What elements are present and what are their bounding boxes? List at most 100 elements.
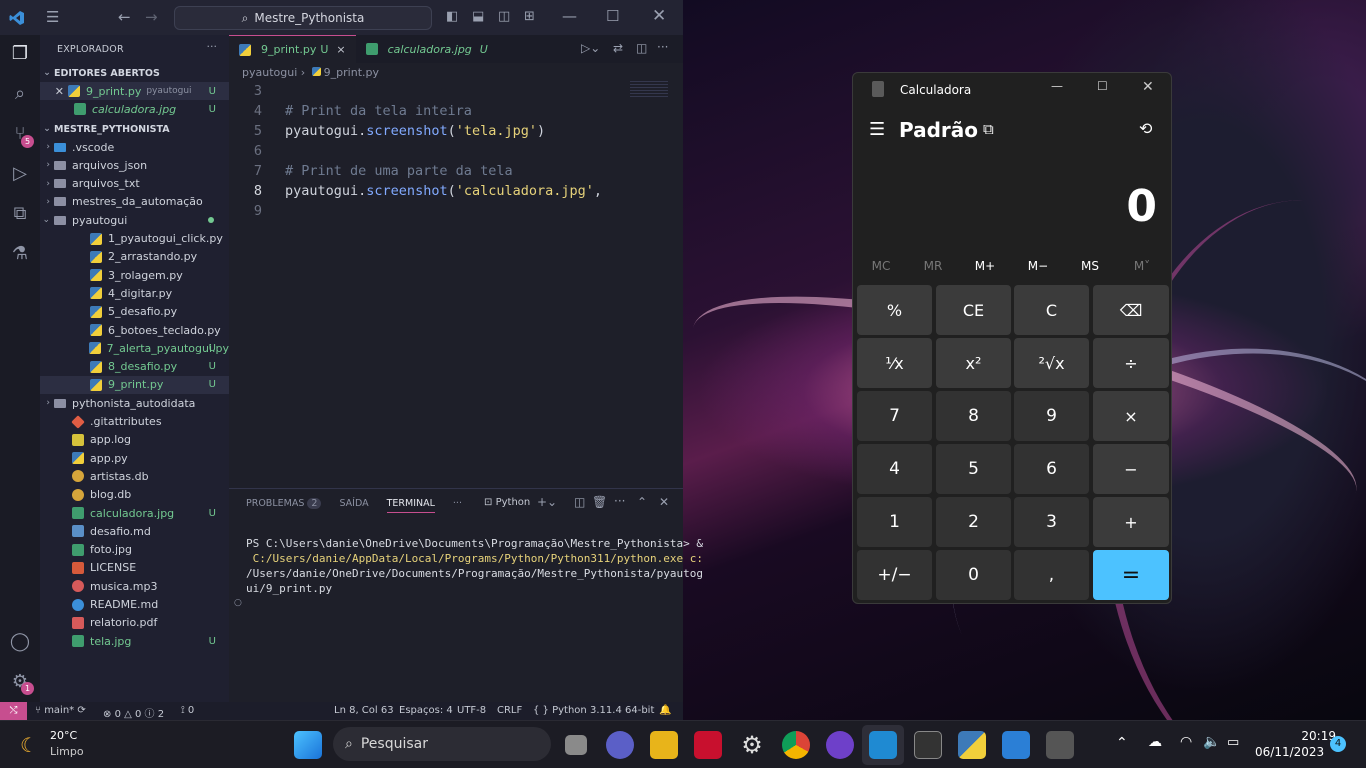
menu-icon[interactable]: ☰ (46, 8, 59, 26)
tree-item[interactable]: blog.db (40, 486, 229, 504)
terminal-output[interactable]: PS C:\Users\danie\OneDrive\Documents\Pro… (246, 536, 703, 596)
tree-item[interactable]: 8_desafio.py U (40, 358, 229, 376)
tree-item[interactable]: › pythonista_autodidata (40, 394, 229, 412)
tree-item[interactable]: desafio.md (40, 522, 229, 540)
calc-key[interactable]: +/− (857, 550, 932, 600)
github-desktop-icon[interactable] (826, 731, 854, 759)
branch-status[interactable]: ⑂ main* ⟳ (35, 705, 86, 716)
calc-key[interactable]: ÷ (1093, 338, 1169, 388)
tab-calculadora[interactable]: calculadora.jpg U (356, 35, 498, 63)
calc-key[interactable]: x² (936, 338, 1011, 388)
chrome-icon[interactable] (782, 731, 810, 759)
clock-date[interactable]: 06/11/2023 (1255, 745, 1324, 759)
memory-button[interactable]: M+ (959, 259, 1011, 273)
encoding[interactable]: UTF-8 (457, 705, 486, 716)
toggle-panel-icon[interactable]: ⬓ (472, 9, 484, 24)
calc-key[interactable]: + (1093, 497, 1169, 547)
memory-button[interactable]: MS (1064, 259, 1116, 273)
command-center-search[interactable]: ⌕ Mestre_Pythonista (174, 6, 432, 30)
problems-status[interactable]: ⊗ 0 △ 0 ⓘ 2 (103, 705, 164, 720)
memory-button[interactable]: M˅ (1116, 259, 1168, 273)
forward-arrow-icon[interactable]: → (145, 8, 158, 26)
more-actions-icon[interactable]: ··· (657, 40, 668, 54)
tree-item[interactable]: app.log (40, 431, 229, 449)
settings-gear-icon[interactable]: ⚙ (738, 731, 766, 759)
calc-key[interactable]: 1 (857, 497, 932, 547)
back-arrow-icon[interactable]: ← (118, 8, 131, 26)
close-icon[interactable]: ✕ (652, 6, 666, 26)
trash-icon[interactable]: 🗑 (592, 495, 607, 509)
language-mode[interactable]: { } Python (533, 705, 587, 716)
calc-key[interactable]: % (857, 285, 932, 335)
close-tab-icon[interactable]: × (336, 43, 345, 56)
terminal-profile[interactable]: ⊡ Python (484, 497, 530, 508)
calc-key[interactable]: 4 (857, 444, 932, 494)
open-editor-item[interactable]: calculadora.jpg U (40, 100, 229, 118)
extensions-icon[interactable]: ⧉ (8, 202, 32, 226)
tree-item[interactable]: 3_rolagem.py (40, 266, 229, 284)
weather-desc[interactable]: Limpo (50, 745, 84, 758)
maximize-panel-icon[interactable]: ⌃ (637, 495, 647, 509)
calc-key[interactable]: × (1093, 391, 1169, 441)
task-view-icon[interactable] (565, 735, 587, 755)
calc-key[interactable]: CE (936, 285, 1011, 335)
notepad-icon[interactable] (1002, 731, 1030, 759)
tree-item[interactable]: LICENSE (40, 559, 229, 577)
tree-item[interactable]: musica.mp3 (40, 577, 229, 595)
toggle-secondary-sidebar-icon[interactable]: ◫ (498, 9, 510, 24)
wifi-icon[interactable]: ◠ (1180, 734, 1192, 750)
split-terminal-icon[interactable]: ◫ (574, 495, 585, 509)
customize-layout-icon[interactable]: ⊞ (524, 9, 535, 24)
tree-item[interactable]: 5_desafio.py (40, 303, 229, 321)
tree-item[interactable]: 6_botoes_teclado.py (40, 321, 229, 339)
calc-key[interactable]: 8 (936, 391, 1011, 441)
minimize-icon[interactable]: — (1051, 79, 1063, 93)
close-panel-icon[interactable]: ✕ (659, 495, 669, 509)
ports-status[interactable]: ⟟ 0 (181, 705, 194, 716)
tab-problems[interactable]: PROBLEMAS 2 (246, 498, 322, 513)
calc-key[interactable]: 0 (936, 550, 1011, 600)
vscode-icon[interactable] (869, 731, 897, 759)
account-icon[interactable]: ◯ (8, 630, 32, 654)
show-hidden-icons-icon[interactable]: ⌃ (1116, 735, 1128, 751)
more-actions-icon[interactable]: ··· (207, 40, 218, 53)
calc-key[interactable]: C (1014, 285, 1089, 335)
line-ending[interactable]: CRLF (497, 705, 522, 716)
run-debug-icon[interactable]: ▷ (8, 162, 32, 186)
new-terminal-icon[interactable]: +⌄ (537, 495, 557, 509)
calc-key[interactable]: ⌫ (1093, 285, 1169, 335)
notification-badge[interactable]: 4 (1330, 736, 1346, 752)
memory-button[interactable]: MC (855, 259, 907, 273)
testing-icon[interactable]: ⚗ (8, 242, 32, 266)
tree-item[interactable]: 7_alerta_pyautogui.py U (40, 339, 229, 357)
more-tabs-icon[interactable]: ··· (453, 498, 462, 513)
compare-icon[interactable]: ⇄ (613, 41, 623, 55)
calc-key[interactable]: 5 (936, 444, 1011, 494)
search-icon[interactable]: ⌕ (8, 82, 32, 106)
file-explorer-icon[interactable] (650, 731, 678, 759)
calc-key[interactable]: ¹⁄x (857, 338, 932, 388)
tree-item[interactable]: app.py (40, 449, 229, 467)
calc-key[interactable]: ²√x (1014, 338, 1089, 388)
explorer-icon[interactable]: ❐ (8, 42, 32, 66)
teams-icon[interactable] (606, 731, 634, 759)
run-icon[interactable]: ▷⌄ (581, 41, 600, 55)
navigation-menu-icon[interactable]: ☰ (869, 119, 885, 140)
tree-item[interactable]: › mestres_da_automação (40, 193, 229, 211)
tree-item[interactable]: 2_arrastando.py (40, 248, 229, 266)
interpreter[interactable]: 3.11.4 64-bit (590, 705, 654, 716)
tree-item[interactable]: relatorio.pdf (40, 614, 229, 632)
calc-key[interactable]: 2 (936, 497, 1011, 547)
indentation[interactable]: Espaços: 4 (399, 705, 453, 716)
calc-key[interactable]: 6 (1014, 444, 1089, 494)
memory-button[interactable]: MR (907, 259, 959, 273)
tree-item[interactable]: 1_pyautogui_click.py (40, 230, 229, 248)
split-editor-icon[interactable]: ◫ (636, 41, 647, 55)
calc-key[interactable]: 7 (857, 391, 932, 441)
close-icon[interactable]: ✕ (1142, 79, 1154, 95)
tab-output[interactable]: SAÍDA (339, 498, 368, 513)
onedrive-icon[interactable]: ☁ (1148, 734, 1162, 750)
tab-terminal[interactable]: TERMINAL (386, 498, 435, 513)
keep-on-top-icon[interactable]: ⧉ (983, 120, 994, 138)
minimap[interactable] (630, 81, 668, 99)
